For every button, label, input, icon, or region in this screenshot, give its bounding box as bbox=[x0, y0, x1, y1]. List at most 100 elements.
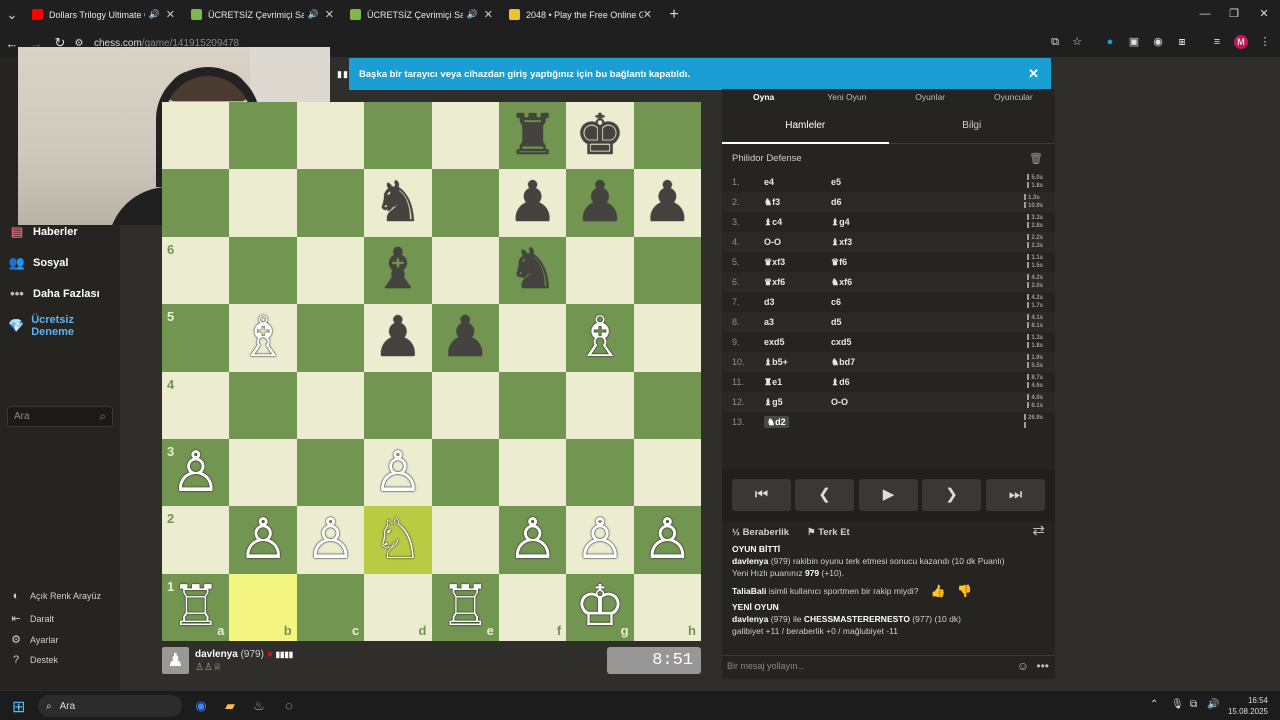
square-a5[interactable]: 5 bbox=[162, 304, 230, 372]
black-move[interactable]: ♝g4 bbox=[831, 217, 911, 228]
square-c8[interactable] bbox=[296, 102, 365, 170]
tab-new-game[interactable]: Yeni Oyun bbox=[805, 89, 888, 105]
square-a7[interactable] bbox=[162, 169, 230, 237]
square-d3[interactable]: ♙ bbox=[364, 438, 432, 507]
square-d5[interactable]: ♟ bbox=[364, 304, 432, 372]
square-f2[interactable]: ♙ bbox=[498, 506, 567, 574]
black-piece-h7[interactable]: ♟ bbox=[642, 175, 692, 231]
square-a1[interactable]: 1 a ♖ bbox=[162, 573, 230, 641]
player-name[interactable]: davlenya bbox=[195, 649, 238, 660]
square-c4[interactable] bbox=[296, 371, 365, 439]
microphone-icon[interactable]: 🎙 bbox=[1171, 699, 1184, 710]
close-tab-icon[interactable]: ✕ bbox=[325, 8, 334, 21]
white-piece-c2[interactable]: ♙ bbox=[305, 511, 355, 568]
white-move[interactable]: ♛xf3 bbox=[764, 257, 831, 268]
restore-icon[interactable]: ❐ bbox=[1219, 0, 1249, 29]
square-f4[interactable] bbox=[498, 371, 567, 439]
tab-games[interactable]: Oyunlar bbox=[889, 89, 972, 105]
square-h4[interactable] bbox=[633, 371, 701, 439]
black-move[interactable]: ♞bd7 bbox=[831, 357, 911, 368]
media-control-icon[interactable]: ≡ bbox=[1210, 35, 1224, 49]
white-piece-g5[interactable]: ♗ bbox=[575, 309, 625, 366]
black-move[interactable]: O-O bbox=[831, 397, 911, 407]
black-move[interactable]: cxd5 bbox=[831, 337, 911, 347]
white-move[interactable]: d3 bbox=[764, 297, 831, 307]
first-move-button[interactable]: ⏮ bbox=[732, 479, 791, 511]
square-e2[interactable] bbox=[431, 506, 499, 574]
white-piece-b5[interactable]: ♗ bbox=[238, 309, 288, 366]
square-a2[interactable]: 2 bbox=[162, 506, 230, 574]
square-g2[interactable]: ♙ bbox=[566, 506, 634, 574]
steam-icon[interactable]: ♨ bbox=[250, 697, 268, 715]
square-c5[interactable] bbox=[296, 304, 365, 372]
square-b6[interactable] bbox=[229, 236, 297, 305]
sidebar-item-news[interactable]: ▤ Haberler bbox=[8, 224, 78, 240]
square-a8[interactable] bbox=[162, 102, 230, 170]
thumbs-up-icon[interactable]: 👍 bbox=[930, 585, 945, 597]
tab-moves[interactable]: Hamleler bbox=[722, 108, 889, 144]
white-move[interactable]: O-O bbox=[764, 237, 831, 247]
square-d6[interactable]: ♝ bbox=[364, 236, 432, 305]
square-b4[interactable] bbox=[229, 371, 297, 439]
black-move[interactable]: c6 bbox=[831, 297, 911, 307]
extension-icon[interactable]: ◉ bbox=[1151, 35, 1165, 49]
black-move[interactable]: e5 bbox=[831, 177, 911, 187]
black-piece-e5[interactable]: ♟ bbox=[440, 309, 490, 366]
chat-user[interactable]: CHESSMASTERERNESTO bbox=[804, 614, 910, 624]
extension-icon[interactable]: ▣ bbox=[1127, 35, 1141, 49]
sidebar-search-input[interactable]: Ara ⌕ bbox=[7, 406, 113, 427]
square-d2[interactable]: ♘ bbox=[364, 506, 432, 574]
square-g6[interactable] bbox=[566, 236, 634, 305]
square-c2[interactable]: ♙ bbox=[296, 506, 365, 574]
white-move[interactable]: exd5 bbox=[764, 337, 831, 347]
tab-play[interactable]: Oyna bbox=[722, 89, 805, 105]
square-f6[interactable]: ♞ bbox=[498, 236, 567, 305]
last-move-button[interactable]: ⏭ bbox=[986, 479, 1045, 511]
speaker-icon[interactable]: 🔊 bbox=[467, 9, 478, 20]
white-piece-a1[interactable]: ♖ bbox=[171, 579, 221, 635]
close-banner-icon[interactable]: ✕ bbox=[1028, 66, 1039, 82]
emoji-icon[interactable]: ☺ bbox=[1017, 659, 1029, 673]
black-piece-d7[interactable]: ♞ bbox=[373, 175, 423, 231]
square-h2[interactable]: ♙ bbox=[633, 506, 701, 574]
white-piece-d2[interactable]: ♘ bbox=[373, 511, 423, 568]
black-piece-d5[interactable]: ♟ bbox=[373, 309, 423, 366]
close-tab-icon[interactable]: ✕ bbox=[166, 8, 175, 21]
black-move[interactable]: d5 bbox=[831, 317, 911, 327]
close-window-icon[interactable]: ✕ bbox=[1249, 0, 1279, 29]
white-move[interactable]: a3 bbox=[764, 317, 831, 327]
sidebar-item-free-trial[interactable]: 💎 Ücretsiz Deneme bbox=[8, 314, 88, 338]
square-e4[interactable] bbox=[431, 371, 499, 439]
square-e5[interactable]: ♟ bbox=[431, 304, 499, 372]
sidebar-item-social[interactable]: 👥 Sosyal bbox=[8, 255, 69, 271]
square-c3[interactable] bbox=[296, 438, 365, 507]
sidebar-item-support[interactable]: ? Destek bbox=[9, 654, 58, 666]
black-piece-f6[interactable]: ♞ bbox=[507, 242, 557, 298]
resign-button[interactable]: ⚑ Terk Et bbox=[807, 527, 850, 538]
white-move[interactable]: ♝c4 bbox=[764, 217, 831, 228]
white-move[interactable]: ♞f3 bbox=[764, 197, 831, 208]
square-d7[interactable]: ♞ bbox=[364, 169, 432, 237]
square-d1[interactable]: d bbox=[364, 573, 432, 641]
square-c1[interactable]: c bbox=[296, 573, 365, 641]
white-move[interactable]: e4 bbox=[764, 177, 831, 187]
square-c7[interactable] bbox=[296, 169, 365, 237]
white-piece-h2[interactable]: ♙ bbox=[642, 511, 692, 568]
black-piece-f8[interactable]: ♜ bbox=[507, 107, 557, 164]
new-tab-icon[interactable]: + bbox=[660, 6, 688, 24]
windows-start-icon[interactable]: ⊞ bbox=[12, 697, 25, 717]
taskbar-search[interactable]: ⌕ Ara bbox=[38, 695, 182, 717]
white-move[interactable]: ♛xf6 bbox=[764, 277, 831, 288]
bookmark-star-icon[interactable]: ☆ bbox=[1070, 35, 1084, 49]
square-e6[interactable] bbox=[431, 236, 499, 305]
black-move[interactable]: d6 bbox=[831, 197, 911, 207]
white-move[interactable]: ♝b5+ bbox=[764, 357, 831, 368]
white-piece-a3[interactable]: ♙ bbox=[171, 444, 221, 501]
speaker-icon[interactable]: 🔊 bbox=[149, 9, 160, 20]
avatar[interactable]: ♟ bbox=[162, 647, 189, 674]
square-b7[interactable] bbox=[229, 169, 297, 237]
square-e1[interactable]: e ♖ bbox=[431, 573, 499, 641]
black-piece-d6[interactable]: ♝ bbox=[373, 242, 423, 298]
chat-user[interactable]: davlenya bbox=[732, 556, 768, 566]
square-a3[interactable]: 3 ♙ bbox=[162, 438, 230, 507]
